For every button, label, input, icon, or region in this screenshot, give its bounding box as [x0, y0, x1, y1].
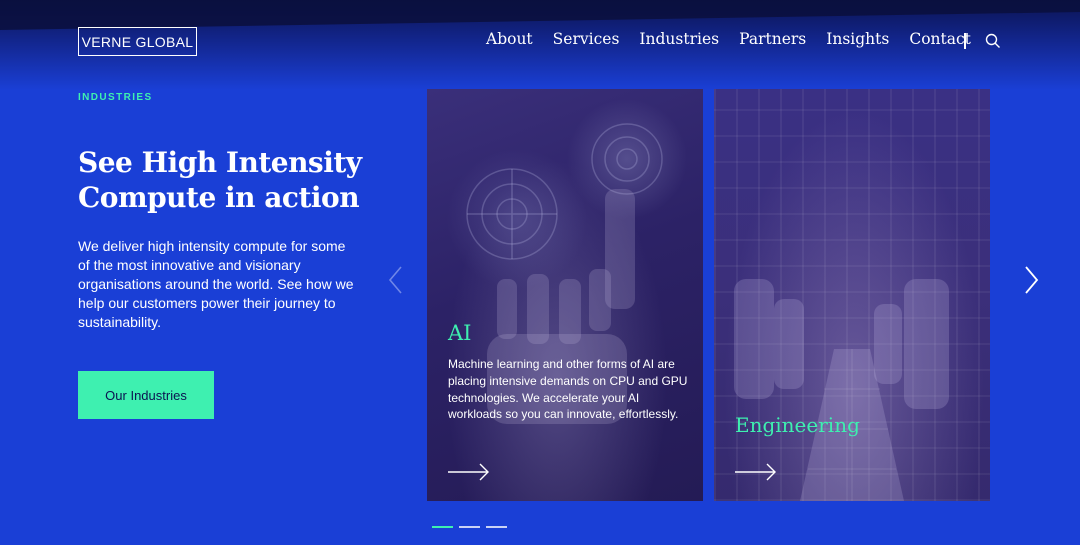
- nav-partners[interactable]: Partners: [739, 30, 806, 48]
- chevron-right-icon[interactable]: [1022, 265, 1042, 295]
- nav-services[interactable]: Services: [553, 30, 620, 48]
- chevron-left-icon[interactable]: [386, 265, 406, 295]
- robot-hand-illustration: [466, 123, 663, 424]
- nav-industries[interactable]: Industries: [639, 30, 719, 48]
- our-industries-button[interactable]: Our Industries: [78, 371, 214, 419]
- arrow-right-icon[interactable]: [448, 463, 490, 481]
- card-title: Engineering: [735, 413, 860, 437]
- nav-about[interactable]: About: [486, 30, 533, 48]
- main-nav: About Services Industries Partners Insig…: [486, 30, 991, 48]
- industry-card-engineering[interactable]: Engineering: [714, 89, 990, 501]
- arrow-right-icon[interactable]: [735, 463, 777, 481]
- pagination-dot[interactable]: [459, 526, 480, 528]
- eyebrow-label: INDUSTRIES: [78, 92, 153, 103]
- nav-divider: [964, 33, 966, 49]
- factory-illustration: [734, 279, 949, 501]
- nav-insights[interactable]: Insights: [826, 30, 889, 48]
- industry-card-ai[interactable]: AI Machine learning and other forms of A…: [427, 89, 703, 501]
- logo[interactable]: VERNE GLOBAL: [78, 27, 197, 56]
- card-description: Machine learning and other forms of AI a…: [448, 357, 688, 422]
- page-title: See High Intensity Compute in action: [78, 146, 362, 214]
- nav-contact[interactable]: Contact: [909, 30, 971, 48]
- search-icon[interactable]: [985, 33, 1001, 49]
- pagination-dot[interactable]: [432, 526, 453, 528]
- pagination-dot[interactable]: [486, 526, 507, 528]
- carousel-pagination: [432, 526, 507, 528]
- card-title: AI: [448, 321, 472, 345]
- hero-description: We deliver high intensity compute for so…: [78, 238, 354, 330]
